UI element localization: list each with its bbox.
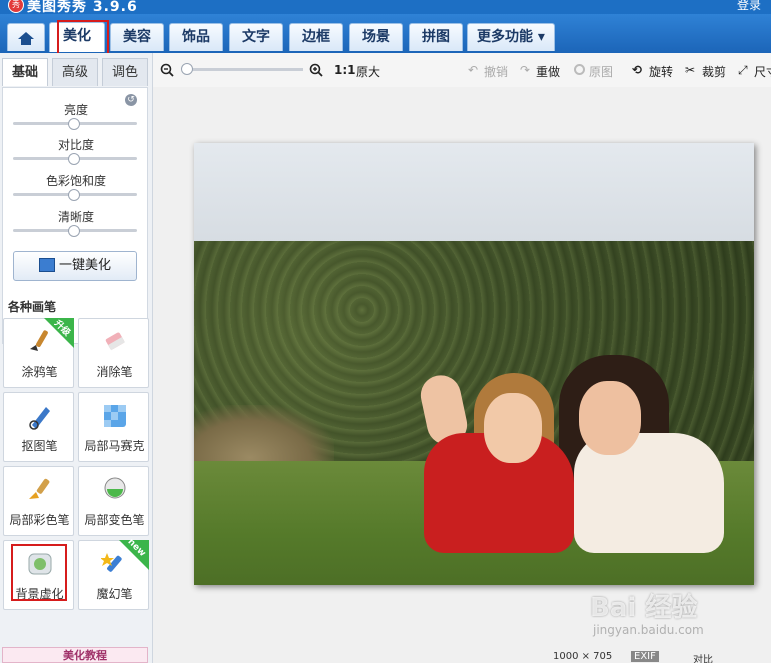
- sub-tabs: 基础 高级 调色: [0, 55, 150, 87]
- tool-magic-pen[interactable]: new 魔幻笔: [78, 537, 149, 610]
- original-size-button[interactable]: 原大: [356, 63, 380, 80]
- crop-button[interactable]: 裁剪: [702, 63, 726, 80]
- eraser-icon: [105, 332, 125, 351]
- exif-button[interactable]: EXIF: [631, 651, 659, 662]
- zoom-in-icon[interactable]: [309, 63, 323, 77]
- saturation-slider-thumb[interactable]: [68, 189, 80, 201]
- tool-local-color-pen[interactable]: 局部彩色笔: [3, 466, 74, 536]
- app-title: 美图秀秀 3.9.6: [27, 0, 138, 14]
- image-dimensions: 1000 × 705: [553, 651, 613, 662]
- subtab-advanced[interactable]: 高级: [52, 58, 98, 86]
- image-canvas: Bai 经验 jingyan.baidu.com: [153, 87, 771, 663]
- tutorial-link[interactable]: 美化教程: [2, 647, 148, 663]
- app-logo-icon: 秀: [8, 0, 24, 13]
- subtab-color[interactable]: 调色: [102, 58, 148, 86]
- zoom-out-icon[interactable]: [160, 63, 174, 77]
- tab-text[interactable]: 文字: [229, 23, 283, 51]
- resize-icon: ⤢: [738, 63, 748, 77]
- highlight-box-background-blur: [11, 544, 67, 601]
- baidu-watermark: Bai 经验: [590, 593, 698, 623]
- tab-collage[interactable]: 拼图: [409, 23, 463, 51]
- highlight-box-beautify: [57, 20, 109, 57]
- tab-more-features[interactable]: 更多功能 ▾: [467, 23, 555, 51]
- rotate-icon: ⟲: [632, 63, 643, 77]
- image-toolbar: 1:1 原大 ↶ 撤销 ↷ 重做 原图 ⟲ 旋转 ✂ 裁剪 ⤢ 尺寸: [153, 53, 771, 87]
- main-tab-bar: 美化 美容 饰品 文字 边框 场景 拼图 更多功能 ▾: [0, 14, 771, 53]
- photo-sky: [194, 143, 754, 253]
- tool-label: 局部彩色笔: [9, 513, 70, 527]
- one-key-beautify-label: 一键美化: [58, 258, 111, 273]
- one-key-beautify-button[interactable]: 一键美化: [13, 251, 137, 281]
- contrast-slider-thumb[interactable]: [68, 153, 80, 165]
- zoom-slider-thumb[interactable]: [181, 63, 193, 75]
- tab-accessories[interactable]: 饰品: [169, 23, 223, 51]
- tool-eraser-pen[interactable]: 消除笔: [78, 318, 149, 388]
- baidu-watermark-url: jingyan.baidu.com: [593, 623, 704, 637]
- mosaic-icon: [104, 405, 126, 427]
- undo-icon: ↶: [468, 63, 479, 77]
- zoom-1to1-button[interactable]: 1:1: [334, 63, 356, 77]
- photo-person-left-face: [484, 393, 542, 463]
- original-image-icon: [574, 64, 585, 75]
- recolor-pen-icon: [104, 477, 126, 499]
- rotate-button[interactable]: 旋转: [649, 63, 673, 80]
- tool-local-mosaic[interactable]: 局部马赛克: [78, 392, 149, 462]
- tab-border[interactable]: 边框: [289, 23, 343, 51]
- tool-label: 局部马赛克: [84, 439, 145, 453]
- saturation-label: 色彩饱和度: [45, 174, 106, 188]
- brightness-label: 亮度: [63, 103, 88, 117]
- login-link[interactable]: 登录: [737, 0, 761, 13]
- compare-button[interactable]: 对比: [693, 651, 713, 663]
- sharpness-label: 清晰度: [57, 210, 94, 224]
- redo-button[interactable]: 重做: [536, 63, 560, 80]
- tab-beauty[interactable]: 美容: [110, 23, 164, 51]
- scissors-icon: ✂: [685, 63, 696, 77]
- tool-label: 消除笔: [96, 365, 133, 379]
- tool-label: 抠图笔: [21, 439, 58, 453]
- zoom-slider[interactable]: [183, 68, 303, 71]
- cutout-pen-icon: [29, 407, 50, 430]
- redo-icon: ↷: [520, 63, 531, 77]
- tool-label: 魔幻笔: [96, 587, 133, 601]
- tool-doodle-pen[interactable]: 升级 涂鸦笔: [3, 318, 74, 388]
- photo-preview[interactable]: [194, 143, 754, 585]
- resize-button[interactable]: 尺寸: [754, 63, 771, 80]
- sharpness-slider-thumb[interactable]: [68, 225, 80, 237]
- home-icon: [18, 32, 34, 45]
- magic-wand-icon: [38, 257, 55, 272]
- contrast-label: 对比度: [57, 138, 94, 152]
- status-bar: 1000 × 705 EXIF 对比: [153, 651, 771, 663]
- photo-person-right-face: [579, 381, 641, 455]
- pens-section-title: 各种画笔: [8, 300, 57, 314]
- tool-label: 局部变色笔: [84, 513, 145, 527]
- title-bar: 秀 美图秀秀 3.9.6 登录: [0, 0, 771, 14]
- undo-button[interactable]: 撤销: [484, 63, 508, 80]
- original-image-button[interactable]: 原图: [589, 63, 613, 80]
- tab-scene[interactable]: 场景: [349, 23, 403, 51]
- tool-cutout-pen[interactable]: 抠图笔: [3, 392, 74, 462]
- tool-label: 涂鸦笔: [21, 365, 58, 379]
- home-tab[interactable]: [7, 23, 45, 51]
- brightness-slider-thumb[interactable]: [68, 118, 80, 130]
- subtab-basic[interactable]: 基础: [2, 58, 48, 86]
- tool-local-recolor-pen[interactable]: 局部变色笔: [78, 466, 149, 536]
- color-brush-icon: [29, 478, 50, 499]
